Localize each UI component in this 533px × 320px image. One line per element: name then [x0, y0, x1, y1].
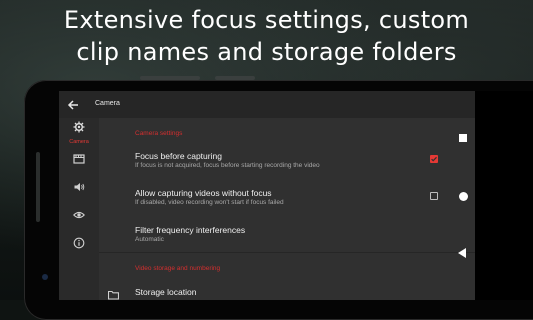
gear-icon — [73, 120, 85, 138]
settings-list: Camera settings Focus before capturing I… — [99, 118, 475, 300]
section-header-storage: Video storage and numbering — [135, 265, 221, 272]
rail-item-label: Camera — [69, 139, 89, 145]
rail-item-audio[interactable] — [59, 180, 99, 204]
section-header-camera: Camera settings — [135, 130, 183, 137]
folder-icon — [107, 287, 120, 305]
app-bar-title: Camera — [95, 100, 120, 107]
back-arrow-icon[interactable] — [65, 97, 81, 113]
setting-subtitle: If focus is not acquired, focus before s… — [135, 162, 320, 169]
rail-item-about[interactable] — [59, 236, 99, 260]
setting-title: Filter frequency interferences — [135, 225, 246, 235]
front-camera — [42, 274, 48, 280]
rail-item-display[interactable] — [59, 208, 99, 232]
app-bar: Camera — [59, 91, 475, 118]
rail-item-camera[interactable]: Camera — [59, 120, 99, 145]
promo-headline: Extensive focus settings, custom clip na… — [0, 4, 533, 68]
setting-title: Storage location — [135, 287, 197, 297]
section-divider — [99, 252, 475, 253]
info-icon — [73, 236, 85, 254]
back-triangle-icon[interactable] — [458, 248, 466, 258]
headline-line-2: clip names and storage folders — [76, 38, 457, 66]
home-circle-icon[interactable] — [459, 192, 468, 201]
focus-before-checkbox[interactable] — [430, 155, 438, 163]
app-screen: Camera Camera Camera settings Focus befo… — [59, 91, 475, 300]
allow-without-focus-checkbox[interactable] — [430, 192, 438, 200]
rail-item-video[interactable] — [59, 152, 99, 176]
setting-subtitle: Automatic — [135, 236, 164, 243]
speaker-icon — [73, 180, 85, 198]
headline-line-1: Extensive focus settings, custom — [63, 6, 470, 34]
setting-subtitle: If disabled, video recording won't start… — [135, 199, 284, 206]
setting-title: Focus before capturing — [135, 151, 222, 161]
setting-title: Allow capturing videos without focus — [135, 188, 272, 198]
film-icon — [73, 152, 85, 170]
navigation-rail: Camera — [59, 118, 99, 300]
phone-side-button — [36, 152, 40, 222]
eye-icon — [73, 208, 85, 226]
system-navigation-bar — [475, 91, 533, 300]
recents-square-icon[interactable] — [459, 134, 467, 142]
